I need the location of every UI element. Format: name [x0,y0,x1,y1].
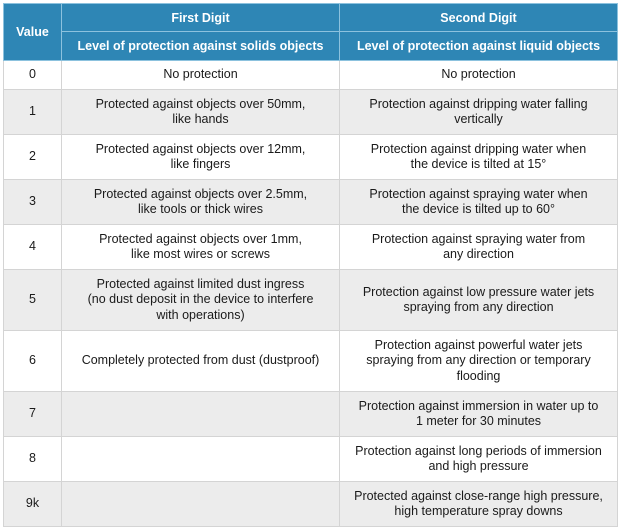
table-body: 0 No protection No protection 1 Protected ag… [3,60,618,527]
value-cell: 5 [3,269,62,331]
first-digit-cell [61,481,340,527]
first-digit-cell: No protection [61,60,340,90]
value-cell: 2 [3,134,62,180]
value-cell: 7 [3,391,62,437]
table-row: 0 No protection No protection [3,60,618,90]
first-digit-cell: Protected against objects over 50mm, like… [61,89,340,135]
second-digit-cell: Protection against dripping water fallin… [339,89,618,135]
second-digit-cell: Protection against spraying water when th… [339,179,618,225]
second-digit-cell: Protection against long periods of immer… [339,436,618,482]
second-digit-cell: Protection against low pressure water je… [339,269,618,331]
second-digit-cell: No protection [339,60,618,90]
table-row: 7 Protection against immersion in water u… [3,391,618,437]
table-row: 1 Protected against objects over 50mm, lik… [3,89,618,135]
table-row: 5 Protected against limited dust ingress(… [3,269,618,331]
first-digit-cell: Protected against objects over 2.5mm, lik… [61,179,340,225]
value-cell: 8 [3,436,62,482]
table-row: 2 Protected against objects over 12mm, lik… [3,134,618,180]
second-digit-cell: Protection against spraying water from an… [339,224,618,270]
first-digit-cell [61,436,340,482]
table-row: 8 Protection against long periods of imme… [3,436,618,482]
second-digit-cell: Protection against powerful water jets sp… [339,330,618,392]
first-digit-header: First Digit [61,3,340,32]
first-digit-subheader: Level of protection against solids objec… [61,31,340,61]
table-row: 9k Protected against close-range high pre… [3,481,618,527]
first-digit-cell: Protected against objects over 12mm, like… [61,134,340,180]
first-digit-cell [61,391,340,437]
value-cell: 4 [3,224,62,270]
first-digit-cell: Protected against objects over 1mm, like … [61,224,340,270]
table-row: 3 Protected against objects over 2.5mm, li… [3,179,618,225]
value-cell: 0 [3,60,62,90]
second-digit-cell: Protected against close-range high press… [339,481,618,527]
table-row: 6 Completely protected from dust (dustpro… [3,330,618,392]
value-cell: 9k [3,481,62,527]
first-digit-cell: Protected against limited dust ingress (n… [61,269,340,331]
second-digit-cell: Protection against immersion in water up… [339,391,618,437]
second-digit-subheader: Level of protection against liquid objec… [339,31,618,61]
subheader-row: Level of protection against solids objec… [4,31,618,61]
second-digit-header: Second Digit [339,3,618,32]
value-column-header: Value [3,3,62,61]
value-cell: 3 [3,179,62,225]
first-digit-cell: Completely protected from dust (dustproo… [61,330,340,392]
table-header: Value First Digit Second Digit Level of … [3,3,618,61]
ip-rating-table: Value First Digit Second Digit Level of … [3,3,618,527]
header-row: Value First Digit Second Digit [3,3,618,61]
second-digit-cell: Protection against dripping water when th… [339,134,618,180]
table-row: 4 Protected against objects over 1mm, like… [3,224,618,270]
value-cell: 6 [3,330,62,392]
value-cell: 1 [3,89,62,135]
